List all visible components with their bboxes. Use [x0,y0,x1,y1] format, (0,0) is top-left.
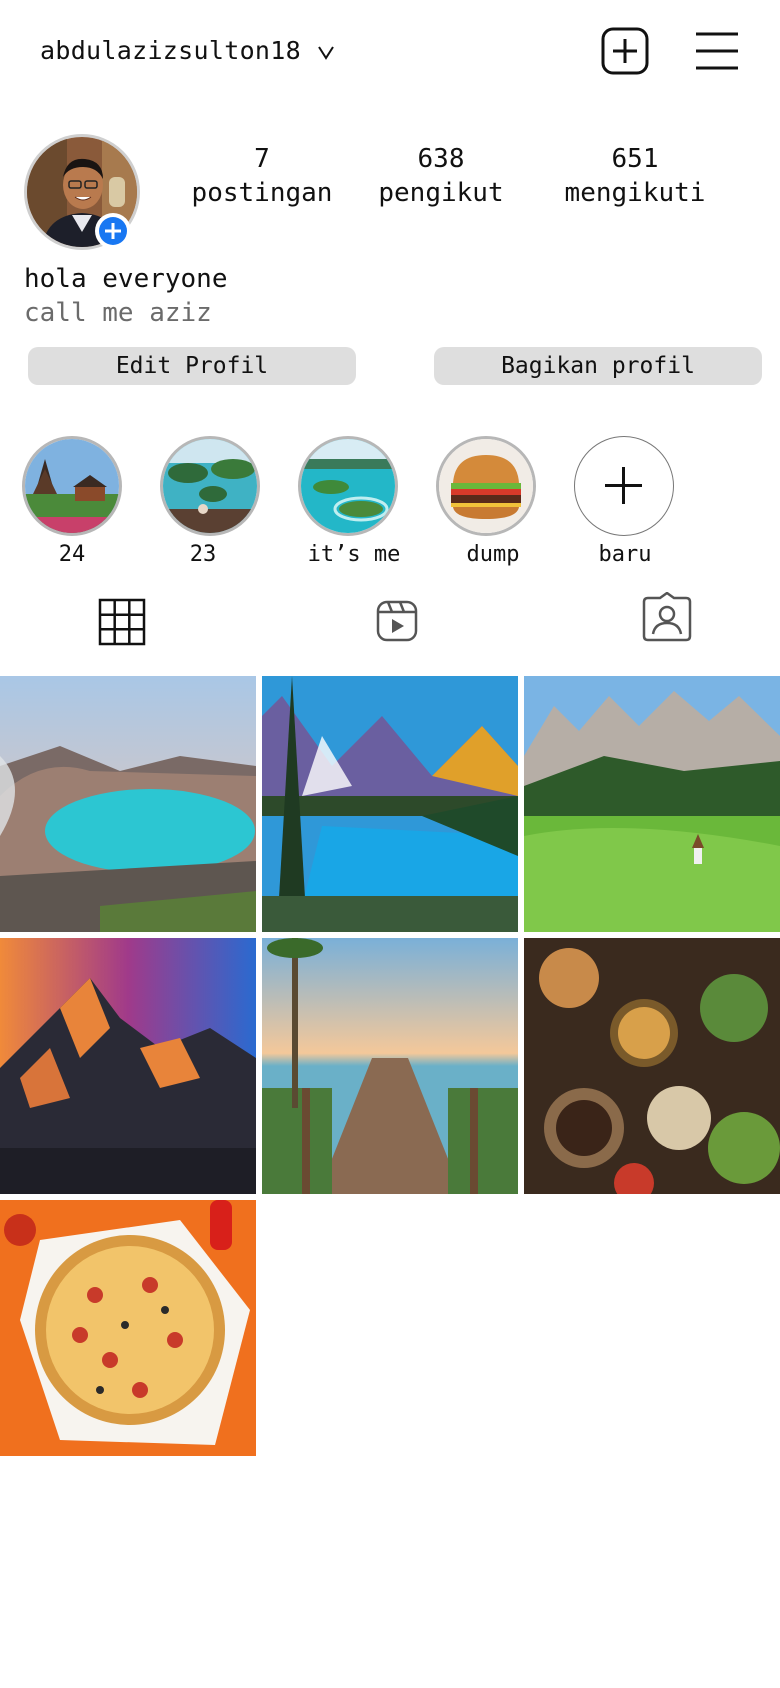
bio-text: call me aziz [24,298,212,328]
plus-circle-icon[interactable] [94,212,132,250]
highlight-label: 23 [189,542,217,567]
posts-count-value: 7 [254,144,270,174]
mountain-lake-image [262,676,518,932]
highlight-23[interactable] [160,436,260,536]
pizza-image [0,1200,256,1456]
hamburger-menu-icon[interactable] [694,30,740,72]
followers-count[interactable]: 638 pengikut [372,142,510,210]
post-mountain-lake[interactable] [262,676,518,932]
edit-profile-button[interactable]: Edit Profil [28,347,356,385]
bio-name: hola everyone [24,264,228,294]
followers-count-value: 638 [417,144,465,174]
tagged-person-icon[interactable] [642,592,692,642]
chevron-down-icon[interactable] [316,42,336,62]
plus-icon [605,467,642,504]
highlight-dump[interactable] [436,436,536,536]
highlight-its-me[interactable] [298,436,398,536]
share-profile-button[interactable]: Bagikan profil [434,347,762,385]
profile-username[interactable]: abdulazizsulton18 [40,36,301,65]
post-alpine-meadow[interactable] [524,676,780,932]
alpine-meadow-image [524,676,780,932]
followers-count-label: pengikut [378,178,504,208]
posts-count-label: postingan [191,178,333,208]
highlight-new[interactable] [574,436,674,536]
highlight-label: it’s me [307,542,401,567]
tropical-islands-image [163,439,257,533]
highlight-label: dump [466,542,520,567]
crater-lake-image [0,676,256,932]
following-count[interactable]: 651 mengikuti [560,142,710,210]
sunset-peaks-image [0,938,256,1194]
post-pizza[interactable] [0,1200,256,1456]
highlight-label: baru [598,542,652,567]
temple-landscape-image [25,439,119,533]
highlight-24[interactable] [22,436,122,536]
plus-square-icon[interactable] [600,26,650,76]
lagoon-islands-image [301,439,395,533]
posts-count[interactable]: 7 postingan [188,142,336,210]
burger-image [439,439,533,533]
beach-pier-image [262,938,518,1194]
post-food-spread[interactable] [524,938,780,1194]
following-count-label: mengikuti [564,178,706,208]
reels-icon[interactable] [376,600,418,642]
post-sunset-peaks[interactable] [0,938,256,1194]
following-count-value: 651 [611,144,659,174]
food-spread-image [524,938,780,1194]
post-beach-pier[interactable] [262,938,518,1194]
grid-icon[interactable] [98,598,146,646]
highlight-label: 24 [58,542,86,567]
post-crater-lake[interactable] [0,676,256,932]
